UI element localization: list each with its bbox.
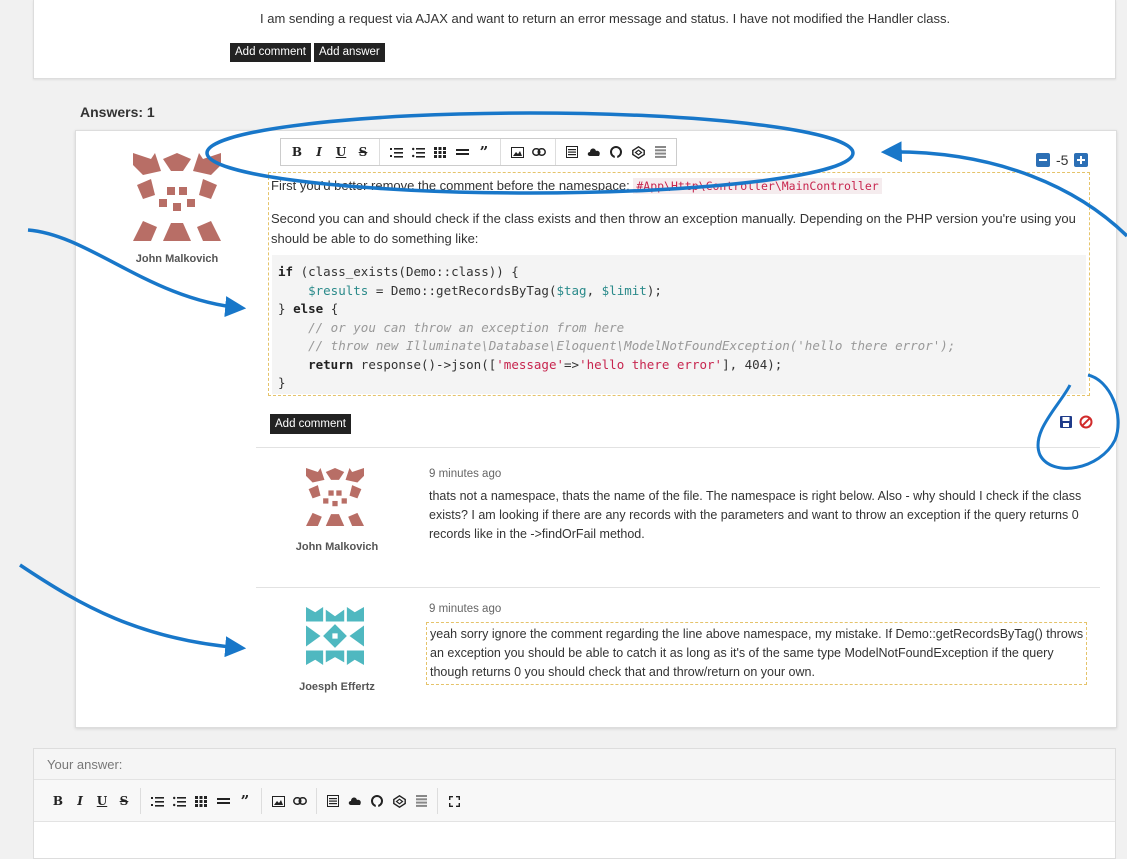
your-answer-toolbar-italic-icon[interactable]: I	[69, 791, 91, 811]
your-answer-toolbar-group-1: BIUS	[42, 788, 141, 814]
your-answer-toolbar-ordered-list-icon[interactable]	[146, 791, 168, 811]
your-answer-toolbar-bold-icon[interactable]: B	[47, 791, 69, 811]
answer-toolbar-group-2: ”	[380, 139, 501, 165]
your-answer-toolbar-group-5	[438, 788, 470, 814]
comment-1-text: thats not a namespace, thats the name of…	[429, 489, 1082, 541]
comment-2-time: 9 minutes ago	[429, 603, 502, 615]
answer-toolbar-quote-icon[interactable]: ”	[473, 142, 495, 162]
vote-widget: -5	[1036, 152, 1089, 168]
add-answer-button[interactable]: Add answer	[314, 43, 385, 62]
comment-1-author[interactable]: John Malkovich	[280, 541, 394, 553]
downvote-button[interactable]	[1036, 153, 1050, 167]
your-answer-toolbar-image-icon[interactable]	[267, 791, 289, 811]
answer-paragraph-1-text: First you'd better remove the comment be…	[271, 178, 630, 193]
answer-toolbar-ordered-list-icon[interactable]	[385, 142, 407, 162]
cancel-icon[interactable]	[1079, 415, 1093, 429]
your-answer-toolbar-fullscreen-icon[interactable]	[443, 791, 465, 811]
save-icon[interactable]	[1059, 415, 1073, 429]
answer-toolbar-link-icon[interactable]	[528, 142, 550, 162]
comments-separator-1	[256, 447, 1100, 448]
your-answer-toolbar-quote-icon[interactable]: ”	[234, 791, 256, 811]
your-answer-toolbar-horizontal-rule-icon[interactable]	[212, 791, 234, 811]
question-text: I am sending a request via AJAX and want…	[260, 11, 951, 26]
your-answer-toolbar-table-icon[interactable]	[190, 791, 212, 811]
answer-toolbar-github-icon[interactable]	[605, 142, 627, 162]
comment-1-avatar	[306, 468, 364, 526]
your-answer-toolbar-underline-icon[interactable]: U	[91, 791, 113, 811]
answer-toolbar-strikethrough-icon[interactable]: S	[352, 142, 374, 162]
your-answer-toolbar-preview-icon[interactable]	[410, 791, 432, 811]
answer-toolbar-table-icon[interactable]	[429, 142, 451, 162]
answer-editor[interactable]: First you'd better remove the comment be…	[268, 172, 1090, 396]
answer-toolbar-image-icon[interactable]	[506, 142, 528, 162]
answer-toolbar-cloud-icon[interactable]	[583, 142, 605, 162]
your-answer-toolbar-cloud-icon[interactable]	[344, 791, 366, 811]
your-answer-toolbar-code-icon[interactable]	[322, 791, 344, 811]
answer-toolbar-group-3	[501, 139, 556, 165]
answer-editor-toolbar: B I U S ”	[280, 138, 677, 166]
answer-paragraph-2: Second you can and should check if the c…	[271, 211, 1076, 246]
your-answer-toolbar-strikethrough-icon[interactable]: S	[113, 791, 135, 811]
answer-toolbar-preview-icon[interactable]	[649, 142, 671, 162]
answer-author-name[interactable]: John Malkovich	[120, 253, 234, 265]
question-card: I am sending a request via AJAX and want…	[33, 0, 1116, 79]
answer-toolbar-horizontal-rule-icon[interactable]	[451, 142, 473, 162]
answer-author-avatar	[133, 153, 221, 241]
answer-toolbar-unordered-list-icon[interactable]	[407, 142, 429, 162]
answer-toolbar-italic-icon[interactable]: I	[308, 142, 330, 162]
your-answer-panel: Your answer: B I U S ”	[33, 748, 1116, 859]
answer-add-comment-button[interactable]: Add comment	[270, 414, 351, 434]
vote-count: -5	[1056, 152, 1069, 168]
answer-toolbar-bold-icon[interactable]: B	[286, 142, 308, 162]
answer-toolbar-codepen-icon[interactable]	[627, 142, 649, 162]
answer-paragraph-1: First you'd better remove the comment be…	[271, 176, 882, 196]
your-answer-toolbar-group-3	[262, 788, 317, 814]
answer-toolbar-code-icon[interactable]	[561, 142, 583, 162]
answer-toolbar-group-1: BIUS	[281, 139, 380, 165]
answers-heading: Answers: 1	[80, 104, 155, 120]
your-answer-toolbar-group-4	[317, 788, 438, 814]
upvote-button[interactable]	[1074, 153, 1089, 167]
answer-toolbar-group-4	[556, 139, 676, 165]
comment-2-author[interactable]: Joesph Effertz	[280, 681, 394, 693]
comment-2-text-editor[interactable]: yeah sorry ignore the comment regarding …	[426, 622, 1087, 685]
comment-1-time: 9 minutes ago	[429, 468, 502, 480]
question-add-comment-button[interactable]: Add comment	[230, 43, 311, 62]
comment-2-avatar	[306, 607, 364, 665]
comments-separator-2	[256, 587, 1100, 588]
your-answer-toolbar-codepen-icon[interactable]	[388, 791, 410, 811]
your-answer-toolbar-group-2: ”	[141, 788, 262, 814]
your-answer-toolbar-unordered-list-icon[interactable]	[168, 791, 190, 811]
your-answer-toolbar-link-icon[interactable]	[289, 791, 311, 811]
inline-code: #App\Http\Controller\MainController	[633, 178, 882, 194]
your-answer-toolbar: B I U S ”	[42, 788, 470, 814]
answer-toolbar-underline-icon[interactable]: U	[330, 142, 352, 162]
your-answer-label: Your answer:	[34, 749, 1115, 780]
your-answer-input[interactable]	[34, 822, 1115, 858]
code-block: if (class_exists(Demo::class)) { $result…	[272, 255, 1086, 394]
your-answer-toolbar-github-icon[interactable]	[366, 791, 388, 811]
your-answer-toolbar-bar: B I U S ”	[34, 780, 1115, 822]
